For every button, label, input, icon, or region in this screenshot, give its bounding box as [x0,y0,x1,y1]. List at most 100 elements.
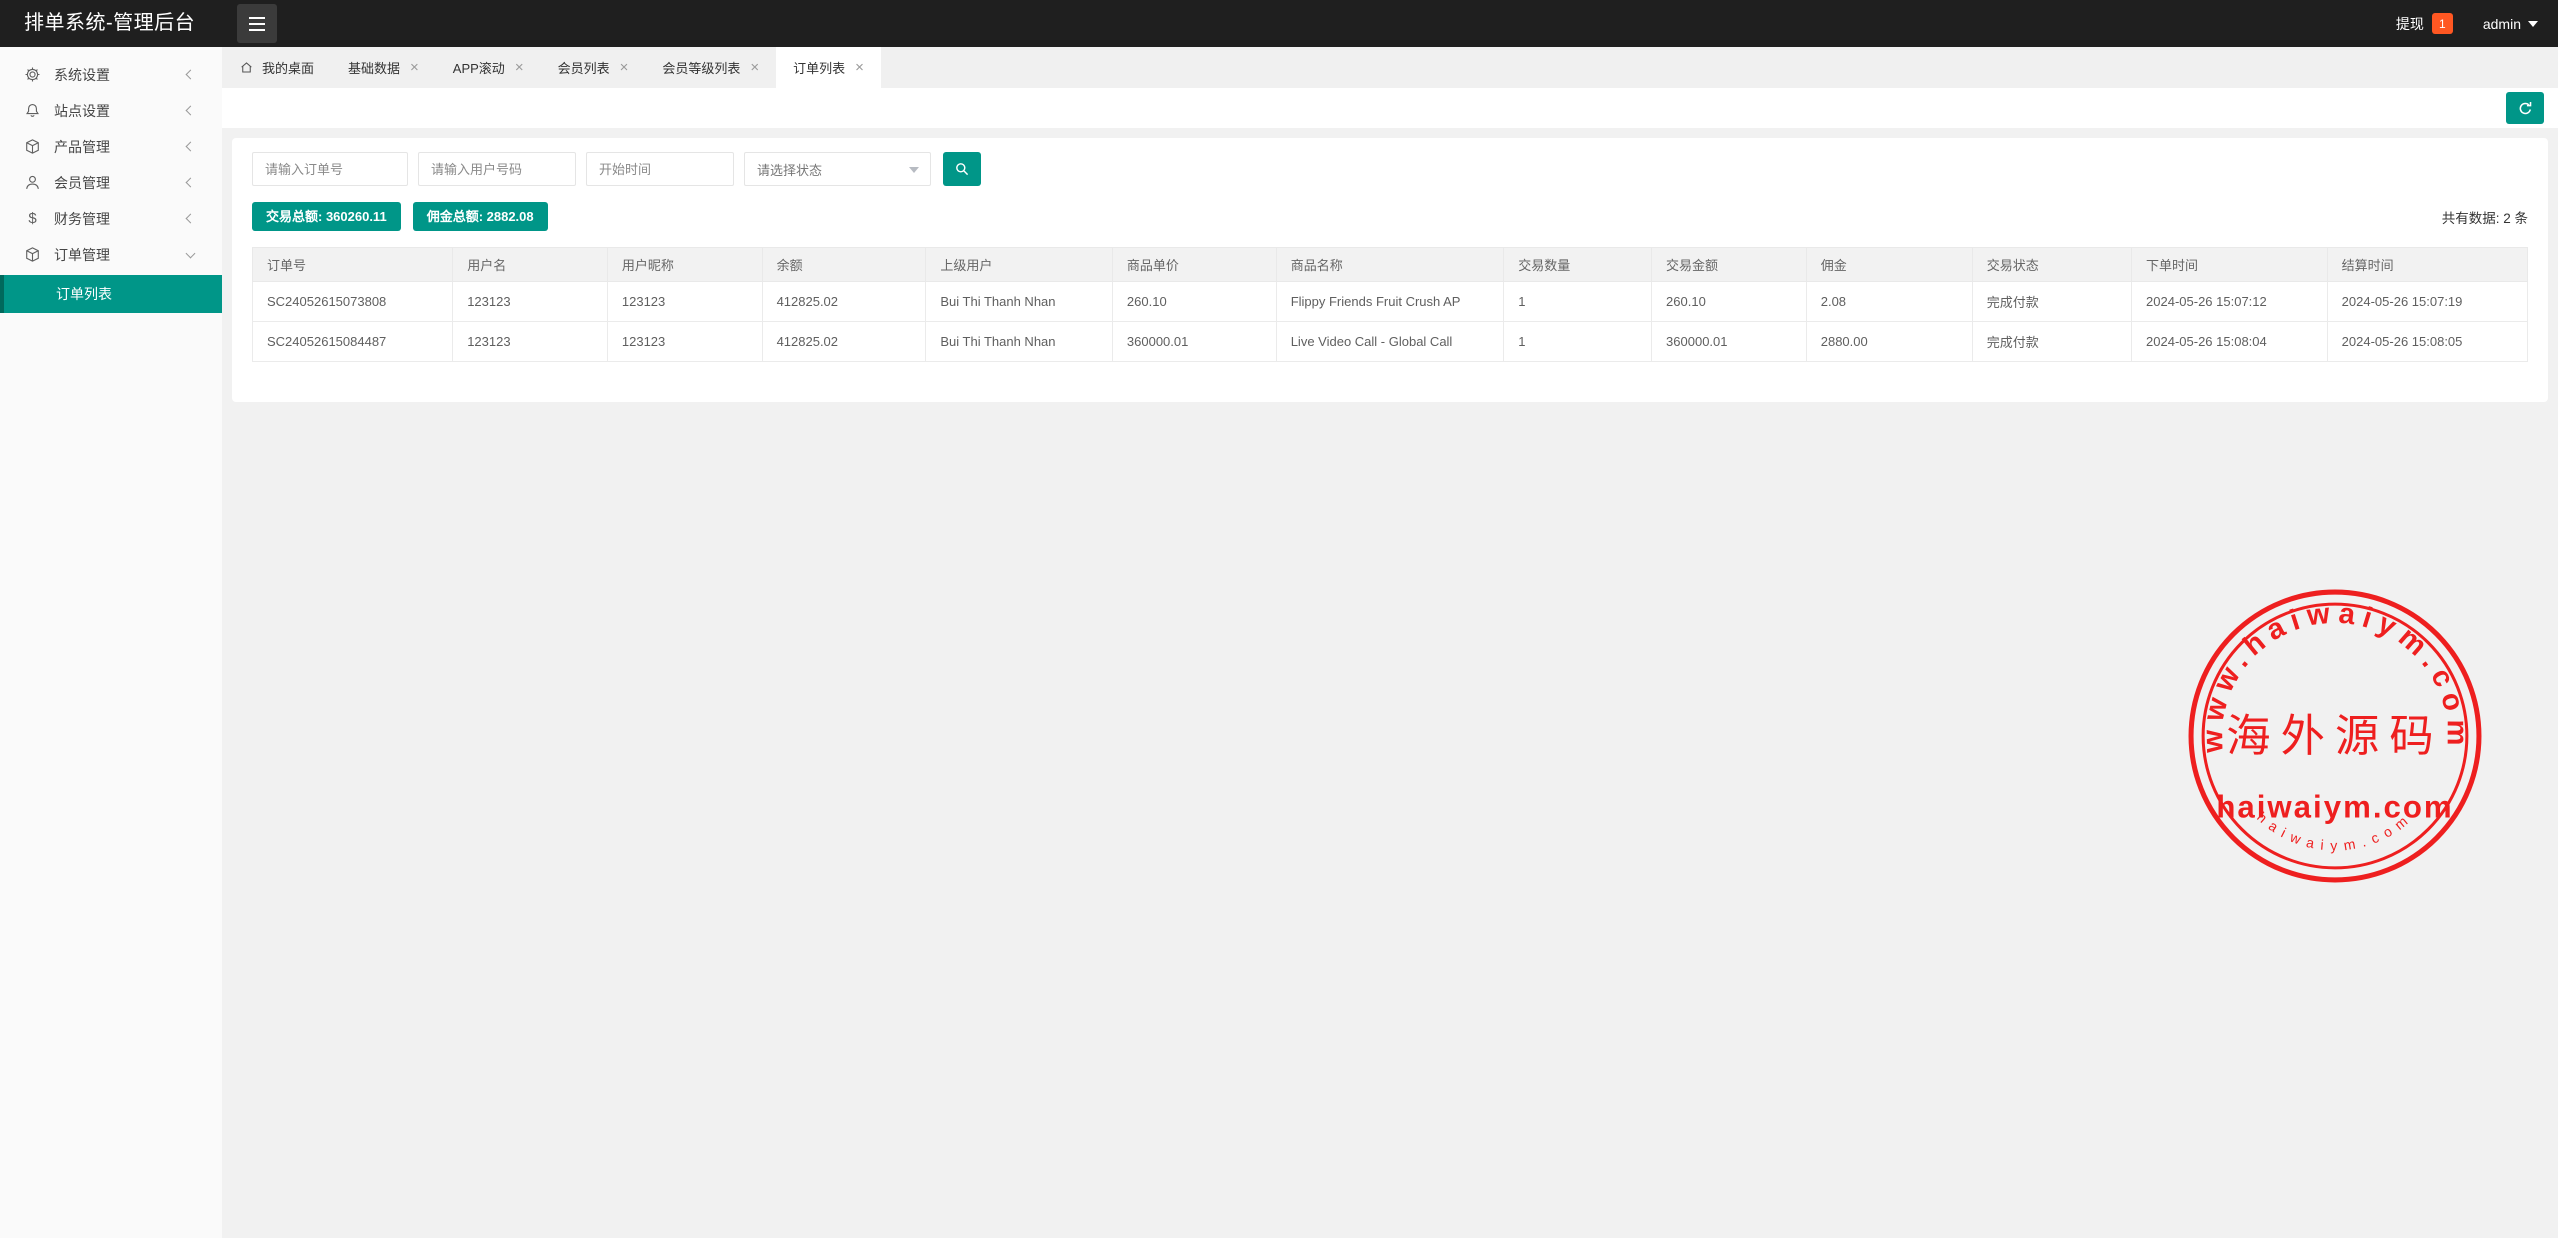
record-count: 共有数据: 2 条 [2442,207,2528,227]
cell-status: 完成付款 [1972,282,2131,322]
user-menu[interactable]: admin [2483,16,2538,32]
cell-username: 123123 [453,322,608,362]
tab-label: 会员等级列表 [662,58,740,77]
sidebar-item-member-management[interactable]: 会员管理 [0,165,222,200]
col-balance: 余额 [762,248,926,282]
toolbar [222,88,2558,128]
dollar-icon: $ [24,210,41,227]
sidebar-item-label: 产品管理 [54,137,110,157]
cell-settle-time: 2024-05-26 15:08:05 [2327,322,2527,362]
user-icon [24,174,41,191]
close-icon[interactable]: × [855,60,864,75]
close-icon[interactable]: × [515,60,524,75]
col-order-no: 订单号 [253,248,453,282]
sidebar-item-site-settings[interactable]: 站点设置 [0,93,222,128]
home-icon [239,60,254,75]
col-amount: 交易金额 [1652,248,1807,282]
tab-member-list[interactable]: 会员列表 × [541,47,646,88]
search-icon [954,161,970,177]
table-header-row: 订单号 用户名 用户昵称 余额 上级用户 商品单价 商品名称 交易数量 交易金额… [253,248,2528,282]
chevron-down-icon [2528,21,2538,27]
tab-label: 我的桌面 [262,58,314,77]
gear-icon [24,66,41,83]
chevron-down-icon [186,248,196,258]
start-time-input[interactable] [586,152,734,186]
bell-icon [24,102,41,119]
close-icon[interactable]: × [750,60,759,75]
orders-table: 订单号 用户名 用户昵称 余额 上级用户 商品单价 商品名称 交易数量 交易金额… [252,247,2528,362]
order-list-panel: 请选择状态 交易总额: 360260.11 佣金总额: 2882.08 共有数据… [232,138,2548,402]
cell-balance: 412825.02 [762,282,926,322]
hamburger-menu-icon[interactable] [237,4,277,43]
cell-unit-price: 260.10 [1112,282,1276,322]
tab-member-level-list[interactable]: 会员等级列表 × [645,47,776,88]
sidebar-item-product-management[interactable]: 产品管理 [0,129,222,164]
status-select[interactable]: 请选择状态 [744,152,931,186]
summary-row: 交易总额: 360260.11 佣金总额: 2882.08 共有数据: 2 条 [252,202,2528,231]
cell-balance: 412825.02 [762,322,926,362]
cell-order-time: 2024-05-26 15:07:12 [2132,282,2328,322]
refresh-button[interactable] [2506,92,2544,124]
sidebar-item-label: 系统设置 [54,65,110,85]
cell-commission: 2880.00 [1806,322,1972,362]
sidebar: 系统设置 站点设置 产品管理 会员管理 $ 财务管理 [0,47,222,1238]
tab-order-list[interactable]: 订单列表 × [776,47,881,88]
col-quantity: 交易数量 [1504,248,1652,282]
sidebar-item-system-settings[interactable]: 系统设置 [0,57,222,92]
cell-username: 123123 [453,282,608,322]
cell-parent-user: Bui Thi Thanh Nhan [926,282,1113,322]
refresh-icon [2517,100,2534,117]
cell-status: 完成付款 [1972,322,2131,362]
col-parent-user: 上级用户 [926,248,1113,282]
chevron-left-icon [186,178,196,188]
cell-unit-price: 360000.01 [1112,322,1276,362]
search-button[interactable] [943,152,981,186]
cell-nickname: 123123 [607,282,762,322]
chevron-down-icon [909,167,919,173]
sidebar-item-order-list[interactable]: 订单列表 [0,275,222,313]
sidebar-item-label: 站点设置 [54,101,110,121]
close-icon[interactable]: × [620,60,629,75]
cell-amount: 260.10 [1652,282,1807,322]
table-row: SC24052615073808 123123 123123 412825.02… [253,282,2528,322]
cell-quantity: 1 [1504,282,1652,322]
tab-label: 会员列表 [558,58,610,77]
tab-desktop[interactable]: 我的桌面 [222,47,331,88]
cell-commission: 2.08 [1806,282,1972,322]
cell-product-name: Flippy Friends Fruit Crush AP [1276,282,1503,322]
cell-order-no: SC24052615084487 [253,322,453,362]
tab-label: 基础数据 [348,58,400,77]
cell-nickname: 123123 [607,322,762,362]
filter-bar: 请选择状态 [252,152,2528,186]
close-icon[interactable]: × [410,60,419,75]
tabbar: 我的桌面 基础数据 × APP滚动 × 会员列表 × 会员等级列表 × 订单列表… [222,47,2558,88]
sidebar-item-label: 财务管理 [54,209,110,229]
sidebar-subitem-label: 订单列表 [56,284,112,304]
withdraw-count-badge: 1 [2432,13,2453,34]
username: admin [2483,16,2521,32]
tab-label: 订单列表 [793,58,845,77]
app-title: 排单系统-管理后台 [24,0,195,47]
table-row: SC24052615084487 123123 123123 412825.02… [253,322,2528,362]
sidebar-item-label: 订单管理 [54,245,110,265]
sidebar-item-order-management[interactable]: 订单管理 [0,237,222,272]
chevron-left-icon [186,106,196,116]
col-nickname: 用户昵称 [607,248,762,282]
withdraw-label: 提现 [2396,14,2424,34]
commission-total-badge: 佣金总额: 2882.08 [413,202,548,231]
sidebar-item-label: 会员管理 [54,173,110,193]
trade-total-badge: 交易总额: 360260.11 [252,202,401,231]
tab-app-scroll[interactable]: APP滚动 × [436,47,541,88]
sidebar-item-finance-management[interactable]: $ 财务管理 [0,201,222,236]
cell-parent-user: Bui Thi Thanh Nhan [926,322,1113,362]
order-no-input[interactable] [252,152,408,186]
col-unit-price: 商品单价 [1112,248,1276,282]
tab-basic-data[interactable]: 基础数据 × [331,47,436,88]
col-username: 用户名 [453,248,608,282]
cell-amount: 360000.01 [1652,322,1807,362]
user-no-input[interactable] [418,152,576,186]
cube-icon [24,246,41,263]
withdraw-link[interactable]: 提现 1 [2396,13,2453,34]
status-select-placeholder: 请选择状态 [757,160,822,179]
cell-settle-time: 2024-05-26 15:07:19 [2327,282,2527,322]
